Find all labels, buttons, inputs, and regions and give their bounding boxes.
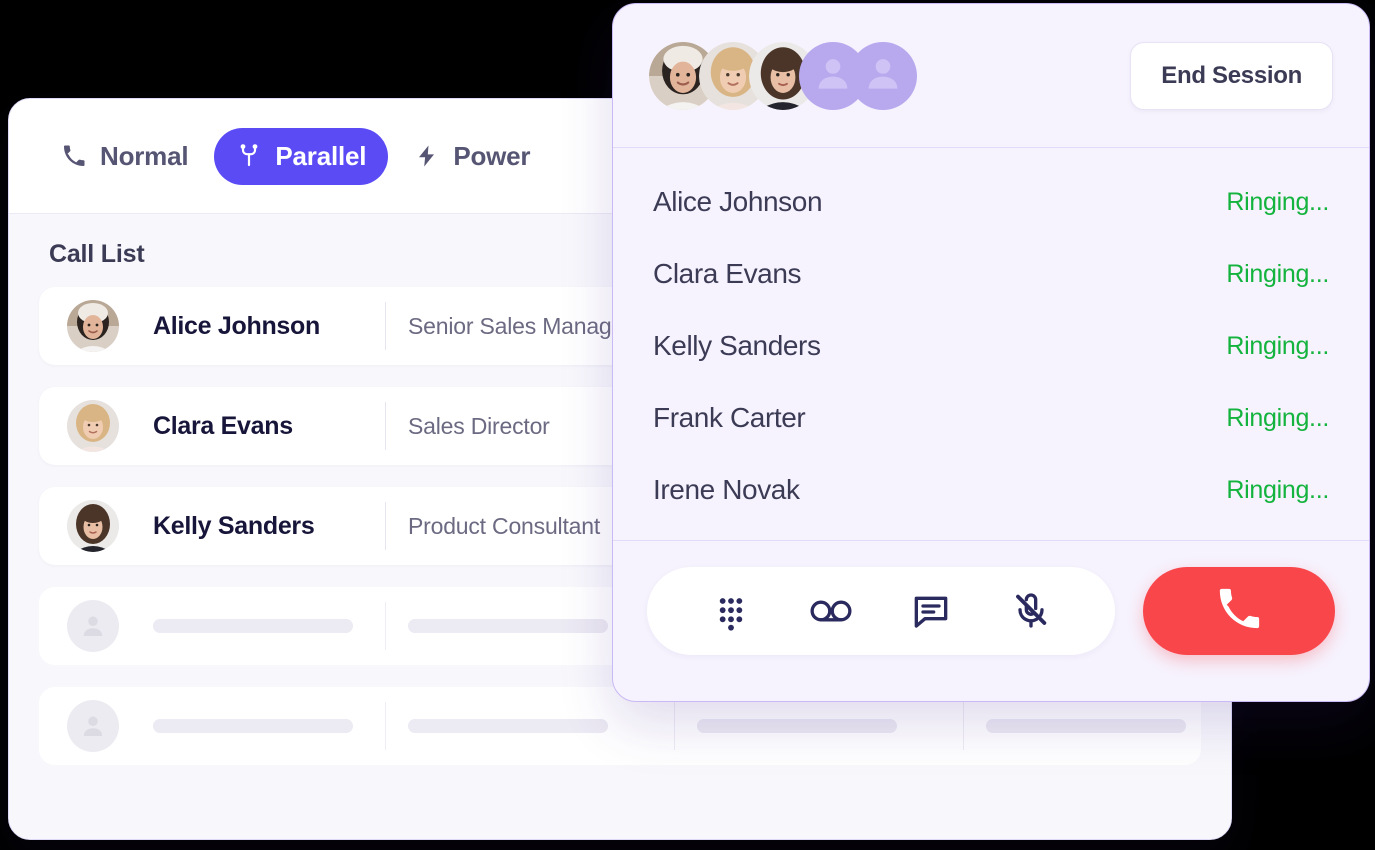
end-session-button[interactable]: End Session — [1130, 41, 1333, 110]
control-pill — [647, 567, 1115, 655]
contact-role: Senior Sales Manager — [408, 312, 632, 339]
participant-avatar-stack[interactable] — [649, 41, 917, 110]
list-item[interactable]: Clara Evans Ringing... — [653, 238, 1329, 310]
list-item[interactable]: Alice Johnson Ringing... — [653, 166, 1329, 238]
list-item[interactable]: Frank Carter Ringing... — [653, 382, 1329, 454]
microphone-muted-icon[interactable] — [1002, 582, 1060, 640]
contact-role: Product Consultant — [408, 512, 601, 539]
hangup-button[interactable] — [1143, 567, 1335, 655]
avatar — [67, 400, 119, 452]
avatar-placeholder-icon — [67, 700, 119, 752]
lightning-icon — [414, 143, 440, 169]
avatar — [67, 500, 119, 552]
skeleton-bar — [153, 719, 353, 733]
list-item[interactable]: Kelly Sanders Ringing... — [653, 310, 1329, 382]
contact-name: Alice Johnson — [153, 311, 320, 340]
status-badge: Ringing... — [1226, 475, 1329, 504]
participant-name: Alice Johnson — [653, 186, 823, 217]
avatar-placeholder-icon — [67, 600, 119, 652]
dialpad-icon[interactable] — [702, 582, 760, 640]
tab-normal-label: Normal — [100, 140, 189, 171]
skeleton-bar — [986, 719, 1186, 733]
avatar — [67, 300, 119, 352]
status-badge: Ringing... — [1226, 259, 1329, 288]
active-session-panel: End Session Alice Johnson Ringing... Cla… — [612, 3, 1370, 702]
skeleton-bar — [697, 719, 897, 733]
participant-name: Frank Carter — [653, 402, 806, 433]
skeleton-bar — [408, 719, 608, 733]
participant-name: Kelly Sanders — [653, 330, 821, 361]
session-header: End Session — [613, 4, 1369, 148]
status-badge: Ringing... — [1226, 187, 1329, 216]
tab-parallel[interactable]: Parallel — [214, 127, 389, 185]
phone-icon — [1216, 586, 1262, 637]
contact-name: Kelly Sanders — [153, 511, 315, 540]
skeleton-bar — [408, 619, 608, 633]
voicemail-icon[interactable] — [802, 582, 860, 640]
call-controls — [613, 541, 1369, 655]
status-badge: Ringing... — [1226, 403, 1329, 432]
tab-power-label: Power — [453, 140, 531, 171]
avatar-placeholder — [849, 41, 917, 110]
list-item[interactable]: Irene Novak Ringing... — [653, 454, 1329, 526]
participant-list: Alice Johnson Ringing... Clara Evans Rin… — [613, 148, 1369, 526]
contact-name: Clara Evans — [153, 411, 293, 440]
tab-parallel-label: Parallel — [275, 140, 367, 171]
branch-icon — [236, 143, 262, 169]
contact-role: Sales Director — [408, 412, 550, 439]
tab-power[interactable]: Power — [392, 128, 552, 185]
message-icon[interactable] — [902, 582, 960, 640]
person-icon — [861, 51, 905, 100]
phone-icon — [61, 143, 87, 169]
participant-name: Irene Novak — [653, 474, 800, 505]
status-badge: Ringing... — [1226, 331, 1329, 360]
tab-normal[interactable]: Normal — [39, 128, 210, 185]
skeleton-bar — [153, 619, 353, 633]
participant-name: Clara Evans — [653, 258, 802, 289]
